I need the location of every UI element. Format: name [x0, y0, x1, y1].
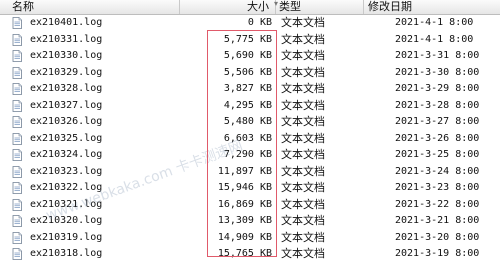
- file-date: 2021-3-22 8:00: [395, 198, 480, 210]
- file-size: 14,909 KB: [217, 231, 272, 243]
- text-file-icon: [12, 17, 22, 29]
- file-size: 16,869 KB: [217, 198, 272, 210]
- column-header-type[interactable]: 类型: [276, 0, 364, 14]
- text-file-icon: [12, 182, 22, 194]
- file-row[interactable]: ex210323.log 11,897 KB 文本文档 2021-3-24 8:00: [0, 164, 500, 181]
- text-file-icon: [12, 50, 22, 62]
- file-name: ex210324.log: [30, 149, 103, 160]
- file-name: ex210329.log: [30, 66, 103, 78]
- file-list: ex210401.log 0 KB 文本文档 2021-4-1 8:00 ex21033…: [0, 15, 500, 263]
- file-size: 4,295 KB: [223, 99, 272, 111]
- file-type: 文本文档: [281, 197, 325, 211]
- text-file-icon: [12, 83, 22, 95]
- file-type: 文本文档: [281, 98, 325, 112]
- file-name: ex210322.log: [30, 182, 103, 193]
- column-header-bar: 名称 大小 ▾ 类型 修改日期: [0, 0, 500, 15]
- file-size: 11,897 KB: [217, 165, 272, 177]
- file-row[interactable]: ex210328.log 3,827 KB 文本文档 2021-3-29 8:00: [0, 81, 500, 98]
- file-size: 5,506 KB: [223, 66, 272, 78]
- file-name: ex210318.log: [30, 248, 103, 259]
- text-file-icon: [12, 248, 22, 260]
- file-date: 2021-3-26 8:00: [395, 132, 480, 144]
- file-type: 文本文档: [281, 214, 325, 227]
- file-row[interactable]: ex210330.log 5,690 KB 文本文档 2021-3-31 8:00: [0, 48, 500, 65]
- file-name: ex210319.log: [30, 231, 103, 243]
- file-date: 2021-3-20 8:00: [395, 231, 480, 243]
- text-file-icon: [12, 116, 22, 128]
- file-date: 2021-3-28 8:00: [395, 99, 480, 111]
- file-size: 0 KB: [247, 17, 272, 28]
- file-name: ex210330.log: [30, 50, 103, 61]
- file-date: 2021-4-1 8:00: [395, 17, 474, 28]
- file-date: 2021-3-30 8:00: [395, 66, 480, 78]
- file-name: ex210401.log: [30, 17, 103, 28]
- text-file-icon: [12, 165, 22, 178]
- file-row[interactable]: ex210319.log 14,909 KB 文本文档 2021-3-20 8:00: [0, 230, 500, 247]
- column-header-date[interactable]: 修改日期: [364, 0, 500, 14]
- file-row[interactable]: ex210401.log 0 KB 文本文档 2021-4-1 8:00: [0, 15, 500, 32]
- file-size: 13,309 KB: [217, 215, 272, 226]
- file-type: 文本文档: [281, 115, 325, 128]
- file-type: 文本文档: [281, 32, 325, 46]
- file-name: ex210326.log: [30, 116, 103, 127]
- text-file-icon: [12, 149, 22, 161]
- file-date: 2021-4-1 8:00: [395, 33, 474, 45]
- file-name: ex210325.log: [30, 132, 103, 144]
- file-row[interactable]: ex210324.log 7,290 KB 文本文档 2021-3-25 8:00: [0, 147, 500, 164]
- file-type: 文本文档: [281, 16, 325, 29]
- text-file-icon: [12, 132, 22, 145]
- file-name: ex210321.log: [30, 198, 103, 210]
- file-name: ex210327.log: [30, 99, 103, 111]
- file-type: 文本文档: [281, 49, 325, 62]
- file-row[interactable]: ex210320.log 13,309 KB 文本文档 2021-3-21 8:00: [0, 213, 500, 230]
- file-row[interactable]: ex210322.log 15,946 KB 文本文档 2021-3-23 8:00: [0, 180, 500, 197]
- file-type: 文本文档: [281, 131, 325, 145]
- text-file-icon: [12, 231, 22, 244]
- file-date: 2021-3-24 8:00: [395, 165, 480, 177]
- file-row[interactable]: ex210329.log 5,506 KB 文本文档 2021-3-30 8:00: [0, 65, 500, 82]
- file-row[interactable]: ex210327.log 4,295 KB 文本文档 2021-3-28 8:00: [0, 98, 500, 115]
- file-type: 文本文档: [281, 65, 325, 79]
- file-date: 2021-3-31 8:00: [395, 50, 480, 61]
- column-header-size[interactable]: 大小: [180, 0, 276, 14]
- file-date: 2021-3-19 8:00: [395, 248, 480, 259]
- file-name: ex210323.log: [30, 165, 103, 177]
- text-file-icon: [12, 33, 22, 46]
- file-date: 2021-3-23 8:00: [395, 182, 480, 193]
- file-type: 文本文档: [281, 164, 325, 178]
- file-row[interactable]: ex210318.log 15,765 KB 文本文档 2021-3-19 8:00: [0, 246, 500, 263]
- file-name: ex210328.log: [30, 83, 103, 94]
- column-header-name[interactable]: 名称: [0, 0, 180, 14]
- file-size: 5,480 KB: [223, 116, 272, 127]
- file-type: 文本文档: [281, 181, 325, 194]
- text-file-icon: [12, 198, 22, 211]
- file-row[interactable]: ex210321.log 16,869 KB 文本文档 2021-3-22 8:00: [0, 197, 500, 214]
- file-type: 文本文档: [281, 148, 325, 161]
- file-size: 3,827 KB: [223, 83, 272, 94]
- file-type: 文本文档: [281, 247, 325, 260]
- file-size: 5,690 KB: [223, 50, 272, 61]
- file-size: 6,603 KB: [223, 132, 272, 144]
- file-date: 2021-3-27 8:00: [395, 116, 480, 127]
- file-date: 2021-3-21 8:00: [395, 215, 480, 226]
- file-size: 7,290 KB: [223, 149, 272, 160]
- file-name: ex210331.log: [30, 33, 103, 45]
- file-type: 文本文档: [281, 230, 325, 244]
- file-size: 15,765 KB: [217, 248, 272, 259]
- file-name: ex210320.log: [30, 215, 103, 226]
- file-size: 15,946 KB: [217, 182, 272, 193]
- file-row[interactable]: ex210331.log 5,775 KB 文本文档 2021-4-1 8:00: [0, 32, 500, 49]
- file-date: 2021-3-29 8:00: [395, 83, 480, 94]
- file-row[interactable]: ex210326.log 5,480 KB 文本文档 2021-3-27 8:00: [0, 114, 500, 131]
- file-date: 2021-3-25 8:00: [395, 149, 480, 160]
- file-row[interactable]: ex210325.log 6,603 KB 文本文档 2021-3-26 8:00: [0, 131, 500, 148]
- file-size: 5,775 KB: [223, 33, 272, 45]
- text-file-icon: [12, 66, 22, 79]
- text-file-icon: [12, 99, 22, 112]
- text-file-icon: [12, 215, 22, 227]
- file-type: 文本文档: [281, 82, 325, 95]
